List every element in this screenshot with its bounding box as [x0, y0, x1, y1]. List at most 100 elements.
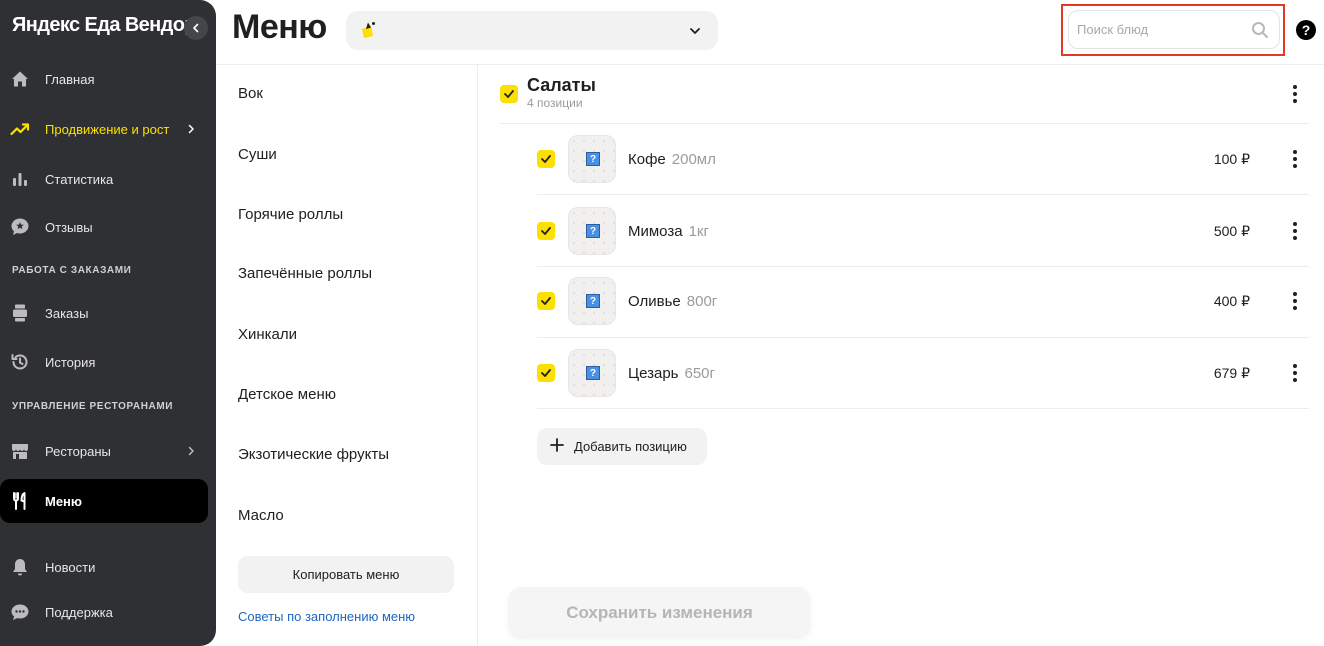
brand-logo[interactable]: Яндекс Еда Вендор: [12, 14, 197, 37]
category-item[interactable]: Суши: [238, 146, 277, 163]
item-weight: 1кг: [688, 223, 709, 240]
sidebar-item-label: Главная: [45, 71, 95, 87]
sidebar-item-support[interactable]: Поддержка: [0, 590, 208, 634]
row-divider: [537, 408, 1309, 409]
sidebar-item-label: Рестораны: [45, 443, 111, 459]
restaurant-select[interactable]: [346, 11, 718, 50]
image-placeholder-icon: ?: [586, 294, 600, 308]
collapse-sidebar-button[interactable]: [184, 16, 208, 40]
section-restaurants: УПРАВЛЕНИЕ РЕСТОРАНАМИ: [12, 401, 174, 412]
item-price: 500 ₽: [1213, 223, 1250, 239]
category-item[interactable]: Хинкали: [238, 326, 297, 343]
add-item-button[interactable]: Добавить позицию: [537, 428, 707, 465]
item-thumbnail[interactable]: ?: [568, 135, 616, 183]
bell-icon: [10, 557, 30, 577]
item-title[interactable]: Кофе 200мл: [628, 151, 716, 168]
category-title: Салаты: [527, 75, 596, 95]
trending-up-icon: [10, 119, 30, 139]
item-title[interactable]: Мимоза 1кг: [628, 223, 709, 240]
category-item[interactable]: Масло: [238, 507, 284, 524]
header-divider: [216, 64, 1324, 65]
category-item[interactable]: Экзотические фрукты: [238, 446, 389, 463]
plus-icon: [550, 438, 564, 452]
row-divider: [537, 194, 1309, 195]
category-item[interactable]: Вок: [238, 85, 263, 102]
item-title[interactable]: Цезарь 650г: [628, 365, 715, 382]
item-thumbnail[interactable]: ?: [568, 277, 616, 325]
category-divider: [500, 123, 1309, 124]
item-checkbox[interactable]: [537, 292, 555, 310]
home-icon: [10, 69, 30, 89]
review-star-icon: [10, 217, 30, 237]
store-icon: [10, 441, 30, 461]
item-price: 400 ₽: [1213, 293, 1250, 309]
add-item-label: Добавить позицию: [574, 439, 687, 454]
history-icon: [10, 352, 30, 372]
sidebar-item-promotion[interactable]: Продвижение и рост: [0, 107, 208, 151]
item-name: Кофе: [628, 151, 666, 168]
save-changes-button[interactable]: Сохранить изменения: [508, 587, 811, 639]
item-title[interactable]: Оливье 800г: [628, 293, 717, 310]
item-more-icon[interactable]: [1285, 149, 1305, 169]
sidebar-item-restaurants[interactable]: Рестораны: [0, 429, 208, 473]
checkmark-icon: [541, 155, 551, 163]
sidebar: Яндекс Еда Вендор Главная Продвижение и …: [0, 0, 216, 646]
sidebar-item-history[interactable]: История: [0, 340, 208, 384]
checkmark-icon: [541, 227, 551, 235]
sidebar-item-label: Отзывы: [45, 219, 93, 235]
sidebar-item-label: Поддержка: [45, 604, 113, 620]
restaurant-logo-icon: [362, 22, 375, 38]
chevron-right-icon: [188, 124, 194, 134]
item-thumbnail[interactable]: ?: [568, 207, 616, 255]
sidebar-item-statistics[interactable]: Статистика: [0, 157, 208, 201]
item-more-icon[interactable]: [1285, 221, 1305, 241]
item-checkbox[interactable]: [537, 364, 555, 382]
item-name: Оливье: [628, 293, 681, 310]
category-checkbox[interactable]: [500, 85, 518, 103]
item-price: 100 ₽: [1213, 151, 1250, 167]
sidebar-item-home[interactable]: Главная: [0, 57, 208, 101]
sidebar-item-news[interactable]: Новости: [0, 545, 208, 589]
category-item[interactable]: Детское меню: [238, 386, 336, 403]
search-input[interactable]: [1077, 11, 1247, 48]
sidebar-item-label: Заказы: [45, 305, 89, 321]
help-icon[interactable]: ?: [1296, 20, 1316, 40]
item-checkbox[interactable]: [537, 222, 555, 240]
item-weight: 800г: [686, 293, 718, 310]
sidebar-item-label: Статистика: [45, 171, 114, 187]
chevron-left-icon: [193, 23, 199, 33]
item-weight: 200мл: [671, 151, 716, 168]
item-name: Цезарь: [628, 365, 679, 382]
sidebar-item-label: Продвижение и рост: [45, 121, 170, 137]
category-item[interactable]: Запечённые роллы: [238, 265, 372, 282]
sidebar-item-menu[interactable]: Меню: [0, 479, 208, 523]
chat-icon: [10, 602, 30, 622]
row-divider: [537, 266, 1309, 267]
fork-knife-icon: [10, 491, 30, 511]
category-more-icon[interactable]: [1285, 84, 1305, 104]
category-item[interactable]: Горячие роллы: [238, 206, 343, 223]
checkmark-icon: [541, 297, 551, 305]
checkmark-icon: [541, 369, 551, 377]
menu-tips-link[interactable]: Советы по заполнению меню: [238, 609, 415, 624]
search-icon[interactable]: [1250, 20, 1270, 40]
panel-divider: [477, 65, 478, 646]
bar-chart-icon: [10, 169, 30, 189]
search-box[interactable]: [1068, 10, 1280, 49]
item-weight: 650г: [684, 365, 716, 382]
copy-menu-button[interactable]: Копировать меню: [238, 556, 454, 593]
chevron-right-icon: [188, 446, 194, 456]
row-divider: [537, 337, 1309, 338]
page-title: Меню: [232, 8, 327, 46]
item-checkbox[interactable]: [537, 150, 555, 168]
item-more-icon[interactable]: [1285, 363, 1305, 383]
sidebar-item-orders[interactable]: Заказы: [0, 291, 208, 335]
item-more-icon[interactable]: [1285, 291, 1305, 311]
sidebar-item-reviews[interactable]: Отзывы: [0, 205, 208, 249]
chevron-down-icon: [690, 28, 700, 34]
item-thumbnail[interactable]: ?: [568, 349, 616, 397]
image-placeholder-icon: ?: [586, 224, 600, 238]
image-placeholder-icon: ?: [586, 152, 600, 166]
orders-icon: [10, 303, 30, 323]
sidebar-item-label: Новости: [45, 559, 96, 575]
